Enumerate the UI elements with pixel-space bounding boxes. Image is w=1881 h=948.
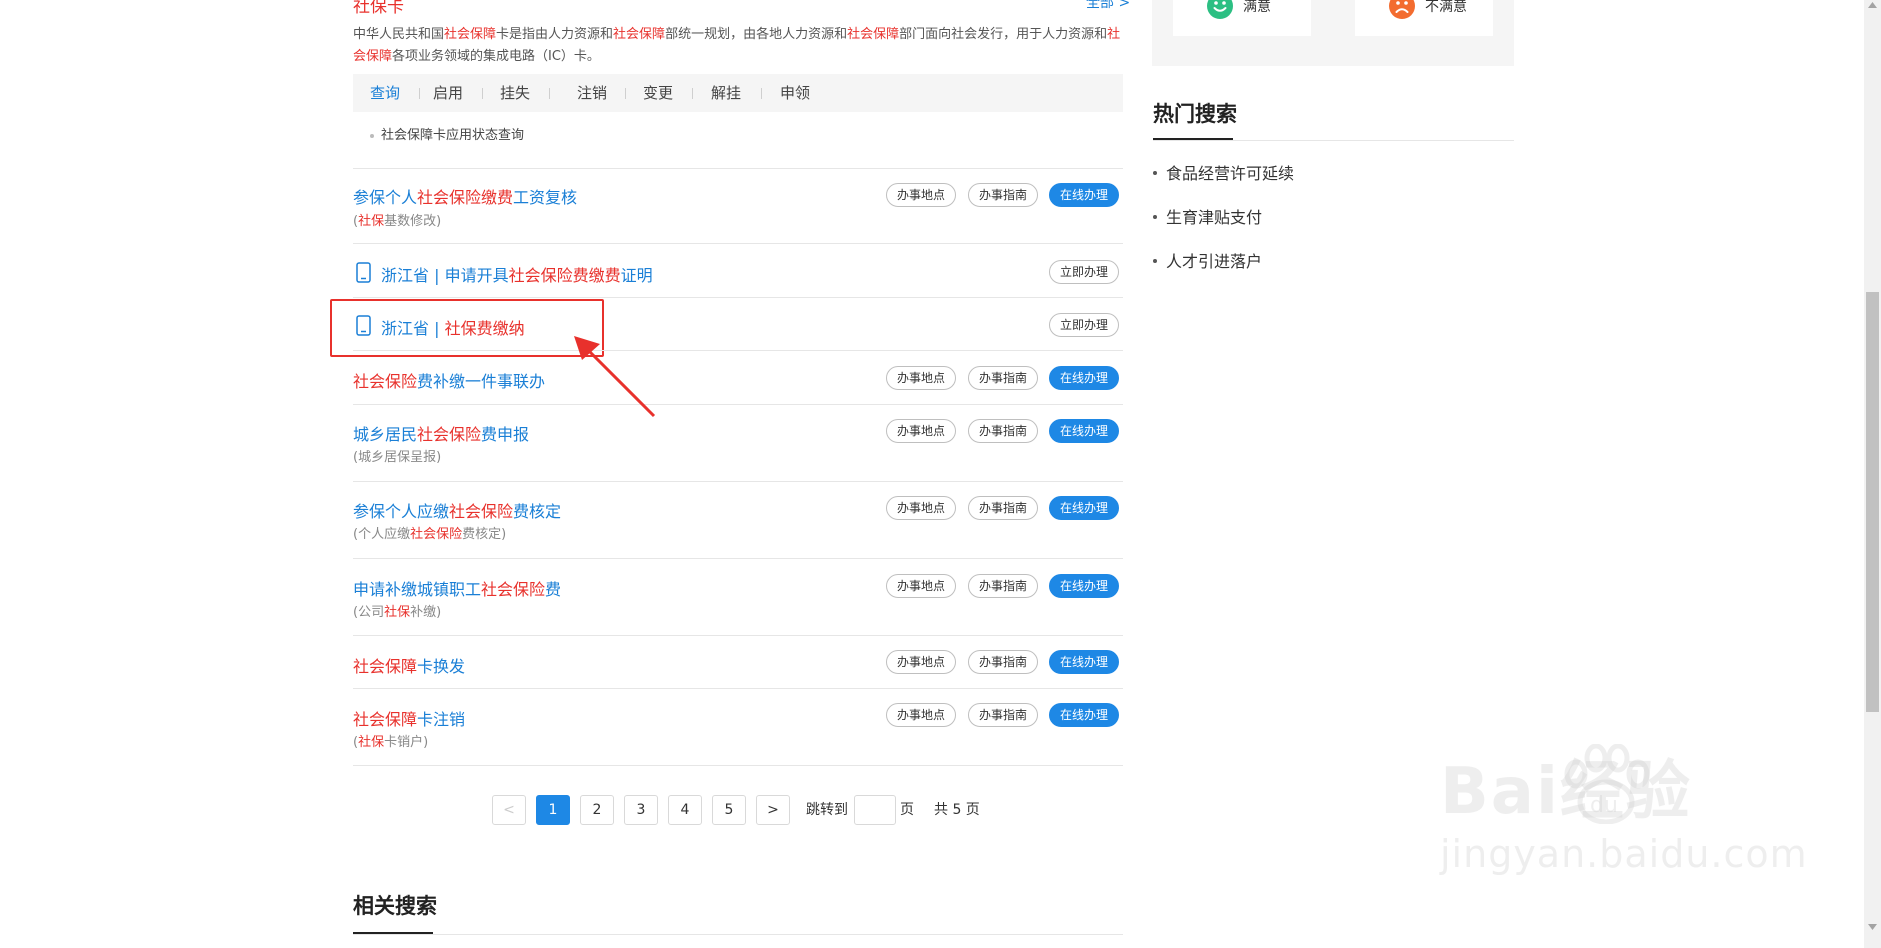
pagination-page-4[interactable]: 4 xyxy=(668,795,702,825)
guide-button[interactable]: 办事指南 xyxy=(968,183,1039,207)
service-subtitle-7: (公司社保补缴) xyxy=(353,605,442,620)
pagination-next-button[interactable]: > xyxy=(756,795,790,825)
online-button[interactable]: 在线办理 xyxy=(1049,703,1120,727)
service-title-4[interactable]: 社会保险费补缴一件事联办 xyxy=(353,368,545,392)
service-title-5[interactable]: 城乡居民社会保险费申报 xyxy=(353,421,529,445)
svg-text:du: du xyxy=(1590,793,1618,818)
tab-unfreeze[interactable]: 解挂 xyxy=(711,74,741,112)
location-button[interactable]: 办事地点 xyxy=(886,574,957,598)
location-button[interactable]: 办事地点 xyxy=(886,419,957,443)
unsatisfied-button[interactable]: 不满意 xyxy=(1355,0,1493,36)
pagination-page-5[interactable]: 5 xyxy=(712,795,746,825)
tab-report-loss[interactable]: 挂失 xyxy=(500,74,530,112)
red-arrow-annotation xyxy=(574,336,656,418)
service-subtitle-1: (社保基数修改) xyxy=(353,214,442,229)
service-subtitle-6: (个人应缴社会保险费核定) xyxy=(353,527,507,542)
guide-button[interactable]: 办事指南 xyxy=(968,650,1039,674)
tab-cancel[interactable]: 注销 xyxy=(577,74,607,112)
tab-enable[interactable]: 启用 xyxy=(433,74,463,112)
hot-search-item[interactable]: 食品经营许可延续 xyxy=(1166,160,1294,184)
guide-button[interactable]: 办事指南 xyxy=(968,419,1039,443)
apply-now-button[interactable]: 立即办理 xyxy=(1049,313,1120,337)
pagination-page-1[interactable]: 1 xyxy=(536,795,570,825)
pagination-page-3[interactable]: 3 xyxy=(624,795,658,825)
card-description: 中华人民共和国社会保障卡是指由人力资源和社会保障部统一规划，由各地人力资源和社会… xyxy=(353,27,1121,64)
online-button[interactable]: 在线办理 xyxy=(1049,419,1120,443)
sub-item-status-query[interactable]: 社会保障卡应用状态查询 xyxy=(381,124,524,143)
service-title-1[interactable]: 参保个人社会保险缴费工资复核 xyxy=(353,184,577,208)
service-title-2[interactable]: 浙江省 | 申请开具社会保险费缴费证明 xyxy=(381,262,653,286)
location-button[interactable]: 办事地点 xyxy=(886,496,957,520)
tab-apply[interactable]: 申领 xyxy=(780,74,810,112)
online-button[interactable]: 在线办理 xyxy=(1049,496,1120,520)
online-button[interactable]: 在线办理 xyxy=(1049,366,1120,390)
service-title-7[interactable]: 申请补缴城镇职工社会保险费 xyxy=(353,576,561,600)
online-button[interactable]: 在线办理 xyxy=(1049,183,1120,207)
apply-now-button[interactable]: 立即办理 xyxy=(1049,260,1120,284)
hot-search-item[interactable]: 人才引进落户 xyxy=(1166,248,1262,272)
sub-item-bullet xyxy=(370,134,374,138)
guide-button[interactable]: 办事指南 xyxy=(968,366,1039,390)
guide-button[interactable]: 办事指南 xyxy=(968,703,1039,727)
location-button[interactable]: 办事地点 xyxy=(886,183,957,207)
location-button[interactable]: 办事地点 xyxy=(886,650,957,674)
paw-icon: du xyxy=(1564,744,1650,824)
service-subtitle-5: (城乡居保呈报) xyxy=(353,450,442,465)
goto-label: 跳转到 xyxy=(806,802,848,818)
location-button[interactable]: 办事地点 xyxy=(886,366,957,390)
location-button[interactable]: 办事地点 xyxy=(886,703,957,727)
service-title-8[interactable]: 社会保障卡换发 xyxy=(353,653,465,677)
tab-query[interactable]: 查询 xyxy=(370,74,400,112)
page-unit-label: 页 xyxy=(900,802,914,818)
scroll-up-arrow-icon[interactable] xyxy=(1866,0,1879,10)
online-button[interactable]: 在线办理 xyxy=(1049,650,1120,674)
goto-page-input[interactable] xyxy=(854,795,896,825)
scrollbar-thumb[interactable] xyxy=(1866,292,1879,712)
scroll-down-arrow-icon[interactable] xyxy=(1866,920,1879,934)
guide-button[interactable]: 办事指南 xyxy=(968,496,1039,520)
card-title[interactable]: 社保卡 xyxy=(353,0,404,17)
tab-change[interactable]: 变更 xyxy=(643,74,673,112)
service-title-6[interactable]: 参保个人应缴社会保险费核定 xyxy=(353,498,561,522)
total-pages-label: 共 5 页 xyxy=(934,802,980,818)
smile-face-icon xyxy=(1207,0,1233,19)
service-title-9[interactable]: 社会保障卡注销 xyxy=(353,706,465,730)
sad-face-icon xyxy=(1389,0,1415,19)
related-search-title: 相关搜索 xyxy=(353,894,437,918)
online-button[interactable]: 在线办理 xyxy=(1049,574,1120,598)
satisfied-label: 满意 xyxy=(1243,0,1271,15)
view-all-link[interactable]: 全部 > xyxy=(1086,0,1130,12)
satisfaction-panel: 满意 不满意 xyxy=(1152,0,1514,66)
card-tab-bar: 查询 启用 挂失 注销 变更 解挂 申领 xyxy=(353,74,1123,112)
pagination-page-2[interactable]: 2 xyxy=(580,795,614,825)
guide-button[interactable]: 办事指南 xyxy=(968,574,1039,598)
hot-search-item[interactable]: 生育津贴支付 xyxy=(1166,204,1262,228)
service-subtitle-9: (社保卡销户) xyxy=(353,735,429,750)
hot-search-title: 热门搜索 xyxy=(1153,102,1237,126)
highlight-box xyxy=(330,299,604,357)
pagination-prev-button[interactable]: < xyxy=(492,795,526,825)
mobile-phone-icon xyxy=(356,262,371,283)
unsatisfied-label: 不满意 xyxy=(1425,0,1467,15)
satisfied-button[interactable]: 满意 xyxy=(1173,0,1311,36)
